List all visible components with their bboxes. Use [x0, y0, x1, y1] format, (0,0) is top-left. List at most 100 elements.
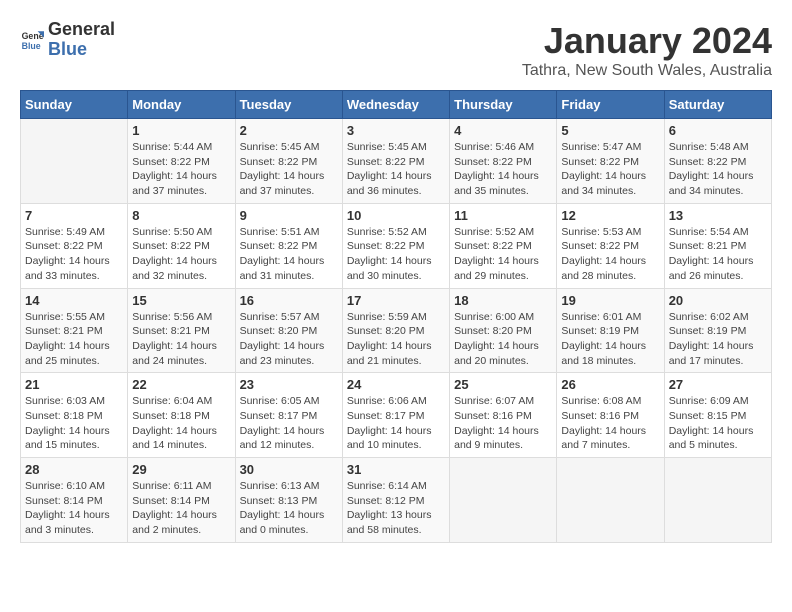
day-info: Sunrise: 5:45 AM Sunset: 8:22 PM Dayligh… [347, 140, 445, 199]
calendar-week-2: 7Sunrise: 5:49 AM Sunset: 8:22 PM Daylig… [21, 203, 772, 288]
day-info: Sunrise: 5:51 AM Sunset: 8:22 PM Dayligh… [240, 225, 338, 284]
day-number: 6 [669, 123, 767, 138]
day-number: 25 [454, 377, 552, 392]
day-number: 12 [561, 208, 659, 223]
calendar-table: SundayMondayTuesdayWednesdayThursdayFrid… [20, 90, 772, 543]
calendar-cell: 14 Sunrise: 5:55 AM Sunset: 8:21 PM Dayli… [21, 288, 128, 373]
day-info: Sunrise: 6:14 AM Sunset: 8:12 PM Dayligh… [347, 479, 445, 538]
day-info: Sunrise: 5:54 AM Sunset: 8:21 PM Dayligh… [669, 225, 767, 284]
calendar-week-4: 21 Sunrise: 6:03 AM Sunset: 8:18 PM Dayli… [21, 373, 772, 458]
day-info: Sunrise: 6:13 AM Sunset: 8:13 PM Dayligh… [240, 479, 338, 538]
calendar-cell: 22 Sunrise: 6:04 AM Sunset: 8:18 PM Dayli… [128, 373, 235, 458]
calendar-cell: 5Sunrise: 5:47 AM Sunset: 8:22 PM Daylig… [557, 119, 664, 204]
calendar-cell: 26 Sunrise: 6:08 AM Sunset: 8:16 PM Dayli… [557, 373, 664, 458]
day-number: 17 [347, 293, 445, 308]
main-title: January 2024 [522, 20, 772, 62]
day-info: Sunrise: 6:02 AM Sunset: 8:19 PM Dayligh… [669, 310, 767, 369]
calendar-cell: 1Sunrise: 5:44 AM Sunset: 8:22 PM Daylig… [128, 119, 235, 204]
svg-text:Blue: Blue [22, 41, 41, 51]
day-info: Sunrise: 5:46 AM Sunset: 8:22 PM Dayligh… [454, 140, 552, 199]
day-info: Sunrise: 5:44 AM Sunset: 8:22 PM Dayligh… [132, 140, 230, 199]
day-number: 21 [25, 377, 123, 392]
calendar-cell: 15 Sunrise: 5:56 AM Sunset: 8:21 PM Dayli… [128, 288, 235, 373]
calendar-cell: 19 Sunrise: 6:01 AM Sunset: 8:19 PM Dayli… [557, 288, 664, 373]
day-info: Sunrise: 6:04 AM Sunset: 8:18 PM Dayligh… [132, 394, 230, 453]
column-header-saturday: Saturday [664, 91, 771, 119]
day-info: Sunrise: 5:59 AM Sunset: 8:20 PM Dayligh… [347, 310, 445, 369]
calendar-cell: 9 Sunrise: 5:51 AM Sunset: 8:22 PM Daylig… [235, 203, 342, 288]
calendar-cell: 3 Sunrise: 5:45 AM Sunset: 8:22 PM Daylig… [342, 119, 449, 204]
calendar-cell: 8 Sunrise: 5:50 AM Sunset: 8:22 PM Daylig… [128, 203, 235, 288]
day-number: 13 [669, 208, 767, 223]
logo-text: General Blue [48, 20, 115, 60]
calendar-week-5: 28 Sunrise: 6:10 AM Sunset: 8:14 PM Dayli… [21, 458, 772, 543]
day-number: 28 [25, 462, 123, 477]
day-number: 7 [25, 208, 123, 223]
day-info: Sunrise: 5:52 AM Sunset: 8:22 PM Dayligh… [347, 225, 445, 284]
day-info: Sunrise: 6:09 AM Sunset: 8:15 PM Dayligh… [669, 394, 767, 453]
calendar-cell: 28 Sunrise: 6:10 AM Sunset: 8:14 PM Dayli… [21, 458, 128, 543]
column-header-thursday: Thursday [450, 91, 557, 119]
day-number: 30 [240, 462, 338, 477]
day-number: 29 [132, 462, 230, 477]
day-number: 20 [669, 293, 767, 308]
calendar-cell: 24Sunrise: 6:06 AM Sunset: 8:17 PM Dayli… [342, 373, 449, 458]
calendar-cell: 29 Sunrise: 6:11 AM Sunset: 8:14 PM Dayli… [128, 458, 235, 543]
calendar-cell: 30 Sunrise: 6:13 AM Sunset: 8:13 PM Dayli… [235, 458, 342, 543]
day-info: Sunrise: 6:01 AM Sunset: 8:19 PM Dayligh… [561, 310, 659, 369]
calendar-cell: 31Sunrise: 6:14 AM Sunset: 8:12 PM Dayli… [342, 458, 449, 543]
calendar-cell: 20 Sunrise: 6:02 AM Sunset: 8:19 PM Dayli… [664, 288, 771, 373]
column-header-sunday: Sunday [21, 91, 128, 119]
day-number: 10 [347, 208, 445, 223]
header: General Blue General Blue January 2024 T… [20, 20, 772, 80]
day-number: 26 [561, 377, 659, 392]
day-number: 19 [561, 293, 659, 308]
day-number: 8 [132, 208, 230, 223]
day-number: 18 [454, 293, 552, 308]
day-number: 16 [240, 293, 338, 308]
calendar-cell: 25 Sunrise: 6:07 AM Sunset: 8:16 PM Dayli… [450, 373, 557, 458]
day-number: 22 [132, 377, 230, 392]
calendar-cell: 21 Sunrise: 6:03 AM Sunset: 8:18 PM Dayli… [21, 373, 128, 458]
calendar-cell: 18 Sunrise: 6:00 AM Sunset: 8:20 PM Dayli… [450, 288, 557, 373]
day-number: 4 [454, 123, 552, 138]
calendar-cell: 10 Sunrise: 5:52 AM Sunset: 8:22 PM Dayli… [342, 203, 449, 288]
day-info: Sunrise: 6:07 AM Sunset: 8:16 PM Dayligh… [454, 394, 552, 453]
calendar-cell [557, 458, 664, 543]
day-info: Sunrise: 5:45 AM Sunset: 8:22 PM Dayligh… [240, 140, 338, 199]
calendar-cell: 12 Sunrise: 5:53 AM Sunset: 8:22 PM Dayli… [557, 203, 664, 288]
day-info: Sunrise: 5:56 AM Sunset: 8:21 PM Dayligh… [132, 310, 230, 369]
day-info: Sunrise: 5:47 AM Sunset: 8:22 PM Dayligh… [561, 140, 659, 199]
column-header-wednesday: Wednesday [342, 91, 449, 119]
calendar-cell: 23Sunrise: 6:05 AM Sunset: 8:17 PM Dayli… [235, 373, 342, 458]
day-info: Sunrise: 5:48 AM Sunset: 8:22 PM Dayligh… [669, 140, 767, 199]
day-number: 3 [347, 123, 445, 138]
column-header-monday: Monday [128, 91, 235, 119]
day-info: Sunrise: 6:11 AM Sunset: 8:14 PM Dayligh… [132, 479, 230, 538]
calendar-cell: 17 Sunrise: 5:59 AM Sunset: 8:20 PM Dayli… [342, 288, 449, 373]
day-number: 11 [454, 208, 552, 223]
day-info: Sunrise: 6:00 AM Sunset: 8:20 PM Dayligh… [454, 310, 552, 369]
day-number: 23 [240, 377, 338, 392]
logo-icon: General Blue [20, 28, 44, 52]
day-info: Sunrise: 6:06 AM Sunset: 8:17 PM Dayligh… [347, 394, 445, 453]
day-info: Sunrise: 5:53 AM Sunset: 8:22 PM Dayligh… [561, 225, 659, 284]
day-number: 15 [132, 293, 230, 308]
day-number: 14 [25, 293, 123, 308]
day-info: Sunrise: 5:52 AM Sunset: 8:22 PM Dayligh… [454, 225, 552, 284]
calendar-cell: 4 Sunrise: 5:46 AM Sunset: 8:22 PM Daylig… [450, 119, 557, 204]
day-info: Sunrise: 6:08 AM Sunset: 8:16 PM Dayligh… [561, 394, 659, 453]
calendar-cell: 7Sunrise: 5:49 AM Sunset: 8:22 PM Daylig… [21, 203, 128, 288]
day-number: 2 [240, 123, 338, 138]
day-info: Sunrise: 5:50 AM Sunset: 8:22 PM Dayligh… [132, 225, 230, 284]
day-number: 9 [240, 208, 338, 223]
title-section: January 2024 Tathra, New South Wales, Au… [522, 20, 772, 80]
calendar-cell [21, 119, 128, 204]
calendar-cell: 6 Sunrise: 5:48 AM Sunset: 8:22 PM Daylig… [664, 119, 771, 204]
day-info: Sunrise: 6:03 AM Sunset: 8:18 PM Dayligh… [25, 394, 123, 453]
calendar-cell [664, 458, 771, 543]
calendar-header-row: SundayMondayTuesdayWednesdayThursdayFrid… [21, 91, 772, 119]
day-info: Sunrise: 5:55 AM Sunset: 8:21 PM Dayligh… [25, 310, 123, 369]
day-info: Sunrise: 6:10 AM Sunset: 8:14 PM Dayligh… [25, 479, 123, 538]
day-number: 27 [669, 377, 767, 392]
